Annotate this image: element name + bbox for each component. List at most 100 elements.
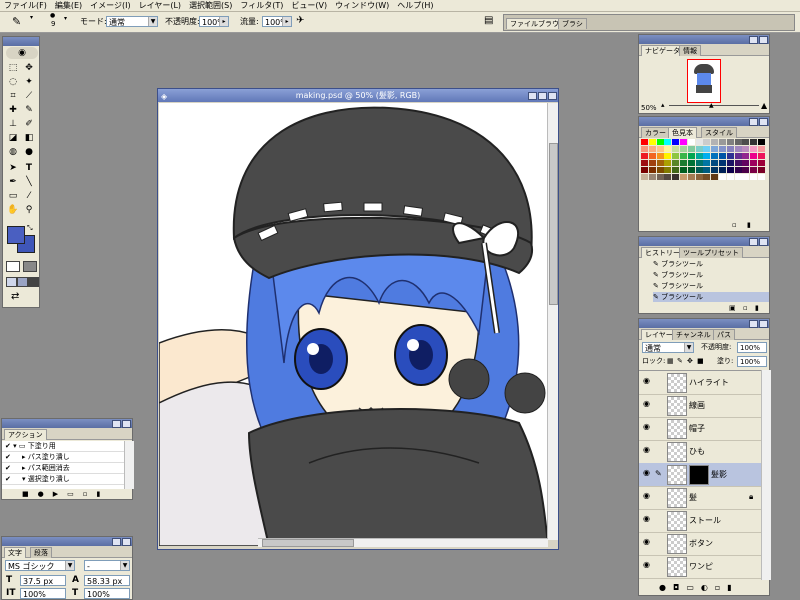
chevron-down-icon[interactable]: ▾ bbox=[64, 15, 67, 22]
color-swatch[interactable] bbox=[641, 139, 648, 145]
horizontal-scrollbar[interactable] bbox=[258, 538, 548, 547]
layer-row[interactable]: ◉ ストール bbox=[639, 509, 769, 533]
close-icon[interactable] bbox=[122, 420, 131, 428]
action-set-row[interactable]: ✔ ▾ ▭ 下塗り用 bbox=[2, 441, 124, 452]
color-swatch[interactable] bbox=[656, 139, 664, 145]
minimize-icon[interactable] bbox=[112, 538, 121, 546]
tab-history[interactable]: ヒストリー bbox=[641, 247, 684, 258]
layer-row[interactable]: ◉ 線画 bbox=[639, 394, 769, 418]
trash-icon[interactable]: ▮ bbox=[727, 583, 738, 592]
color-swatch[interactable] bbox=[664, 167, 672, 173]
color-swatch[interactable] bbox=[695, 153, 703, 159]
adjustment-layer-icon[interactable]: ◐ bbox=[701, 583, 715, 592]
line-tool-icon[interactable]: ╲ bbox=[22, 175, 36, 189]
chevron-down-icon[interactable]: ▾ bbox=[30, 14, 33, 21]
eye-icon[interactable]: ◉ bbox=[643, 446, 651, 454]
brush-tool-icon[interactable]: ✎ bbox=[22, 103, 36, 117]
zoom-in-icon[interactable]: ▲ bbox=[761, 101, 767, 110]
color-swatch[interactable] bbox=[742, 174, 750, 180]
color-swatch[interactable] bbox=[734, 153, 742, 159]
airbrush-icon[interactable]: ✈ bbox=[296, 15, 304, 26]
color-swatch[interactable] bbox=[726, 160, 734, 166]
lock-all-icon[interactable]: ■ bbox=[697, 357, 704, 365]
minimize-icon[interactable] bbox=[749, 320, 758, 328]
color-swatch[interactable] bbox=[687, 153, 695, 159]
new-document-icon[interactable]: ▫ bbox=[743, 304, 748, 312]
color-swatch[interactable] bbox=[672, 160, 680, 166]
color-swatch[interactable] bbox=[687, 146, 695, 152]
crop-tool-icon[interactable]: ⌗ bbox=[6, 89, 20, 103]
color-swatch[interactable] bbox=[711, 160, 719, 166]
menu-window[interactable]: ウィンドウ(W) bbox=[331, 0, 393, 11]
color-swatch[interactable] bbox=[758, 146, 765, 152]
color-swatch[interactable] bbox=[742, 139, 750, 145]
font-family-select[interactable]: MS ゴシック ▼ bbox=[5, 560, 75, 571]
color-swatch[interactable] bbox=[711, 174, 719, 180]
color-swatch[interactable] bbox=[664, 153, 672, 159]
color-swatch[interactable] bbox=[726, 146, 734, 152]
color-swatch[interactable] bbox=[719, 139, 726, 145]
magic-wand-icon[interactable]: ✦ bbox=[22, 75, 36, 89]
eye-icon[interactable]: ◉ bbox=[643, 538, 651, 546]
color-swatch[interactable] bbox=[758, 174, 765, 180]
color-swatch[interactable] bbox=[641, 153, 648, 159]
color-swatch[interactable] bbox=[680, 139, 687, 145]
color-swatch[interactable] bbox=[648, 167, 656, 173]
zoom-slider[interactable] bbox=[669, 105, 759, 106]
close-icon[interactable] bbox=[759, 320, 768, 328]
jump-to-imageready-icon[interactable]: ⇄ bbox=[11, 291, 19, 302]
color-swatch[interactable] bbox=[641, 167, 648, 173]
layers-scrollbar[interactable] bbox=[761, 370, 771, 580]
menu-image[interactable]: イメージ(I) bbox=[86, 0, 134, 11]
color-swatch[interactable] bbox=[680, 146, 687, 152]
layer-row[interactable]: ◉ ワンピ bbox=[639, 555, 769, 579]
close-icon[interactable] bbox=[759, 36, 768, 44]
opacity-input[interactable]: 100% ▸ bbox=[199, 16, 229, 27]
vertical-scrollbar[interactable] bbox=[547, 103, 558, 540]
close-icon[interactable] bbox=[548, 92, 557, 100]
marquee-tool-icon[interactable]: ⬚ bbox=[6, 61, 20, 75]
color-swatch[interactable] bbox=[719, 167, 726, 173]
brush-preview-icon[interactable]: ● bbox=[50, 12, 55, 19]
color-swatch[interactable] bbox=[719, 160, 726, 166]
color-swatch[interactable] bbox=[719, 174, 726, 180]
color-swatch[interactable] bbox=[758, 153, 765, 159]
type-tool-icon[interactable]: T bbox=[22, 161, 36, 175]
screen-mode-full-menu-icon[interactable] bbox=[17, 277, 28, 287]
trash-icon[interactable]: ▮ bbox=[755, 304, 759, 312]
zoom-slider-thumb[interactable]: ▲ bbox=[709, 102, 714, 109]
color-swatch[interactable] bbox=[648, 160, 656, 166]
color-swatch[interactable] bbox=[742, 160, 750, 166]
tab-paragraph[interactable]: 段落 bbox=[30, 547, 52, 558]
color-swatch[interactable] bbox=[672, 153, 680, 159]
color-swatch[interactable] bbox=[742, 146, 750, 152]
color-swatch[interactable] bbox=[750, 160, 758, 166]
history-item-selected[interactable]: ✎ ブラシツール bbox=[653, 292, 769, 302]
color-swatch[interactable] bbox=[719, 153, 726, 159]
layer-row[interactable]: ◉ ひも bbox=[639, 440, 769, 464]
layer-row[interactable]: ◉ ボタン bbox=[639, 532, 769, 556]
color-swatch[interactable] bbox=[687, 139, 695, 145]
color-swatch[interactable] bbox=[711, 139, 719, 145]
history-item[interactable]: ✎ ブラシツール bbox=[653, 281, 769, 291]
adobe-online-button[interactable]: ◉ bbox=[6, 47, 38, 59]
color-swatch[interactable] bbox=[726, 153, 734, 159]
tab-character[interactable]: 文字 bbox=[4, 547, 26, 558]
color-swatch[interactable] bbox=[641, 146, 648, 152]
color-swatch[interactable] bbox=[687, 167, 695, 173]
color-swatch[interactable] bbox=[734, 167, 742, 173]
stamp-tool-icon[interactable]: ⊥ bbox=[6, 117, 20, 131]
color-swatch[interactable] bbox=[750, 174, 758, 180]
color-swatch[interactable] bbox=[742, 153, 750, 159]
minimize-icon[interactable] bbox=[112, 420, 121, 428]
expand-icon[interactable]: ▾ bbox=[22, 475, 26, 483]
check-icon[interactable]: ✔ bbox=[5, 442, 11, 450]
minimize-icon[interactable] bbox=[749, 238, 758, 246]
lock-transparency-icon[interactable]: ▦ bbox=[667, 357, 674, 365]
history-item[interactable]: ✎ ブラシツール bbox=[653, 259, 769, 269]
tab-info[interactable]: 情報 bbox=[679, 45, 701, 56]
tab-channels[interactable]: チャンネル bbox=[672, 329, 715, 340]
menu-view[interactable]: ビュー(V) bbox=[287, 0, 331, 11]
color-swatch[interactable] bbox=[711, 146, 719, 152]
color-swatch[interactable] bbox=[734, 160, 742, 166]
